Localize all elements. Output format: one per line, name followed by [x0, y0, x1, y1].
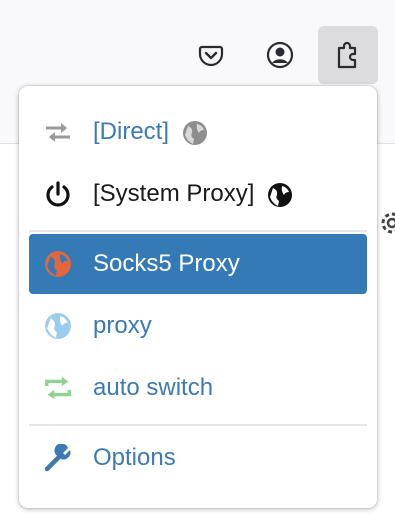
menu-item-socks5-proxy[interactable]: Socks5 Proxy [29, 234, 367, 294]
menu-divider [29, 230, 367, 232]
transfer-arrows-icon [43, 117, 73, 147]
menu-item-proxy[interactable]: proxy [29, 296, 367, 356]
menu-item-label: Socks5 Proxy [93, 250, 240, 277]
extension-icon [334, 40, 362, 70]
gear-icon [376, 208, 395, 243]
menu-item-direct[interactable]: [Direct] [29, 102, 367, 162]
power-icon [43, 179, 73, 209]
pocket-icon [198, 42, 224, 68]
globe-lightblue-icon [43, 311, 73, 341]
menu-divider [29, 424, 367, 426]
menu-item-auto-switch[interactable]: auto switch [29, 358, 367, 418]
globe-black-icon [267, 182, 293, 208]
globe-orange-icon [43, 249, 73, 279]
pocket-button[interactable] [181, 26, 241, 84]
account-button[interactable] [250, 26, 310, 84]
menu-item-label: Options [93, 444, 176, 471]
proxy-menu-popup: [Direct] [System Proxy] Socks5 Proxy pro… [19, 86, 377, 508]
menu-item-label: [Direct] [93, 118, 170, 145]
account-icon [266, 41, 294, 69]
globe-gray-icon [182, 120, 208, 146]
extension-button[interactable] [318, 26, 378, 84]
wrench-icon [43, 443, 73, 473]
retweet-icon [43, 373, 73, 403]
menu-item-label: auto switch [93, 374, 214, 401]
menu-item-label: proxy [93, 312, 152, 339]
menu-item-system-proxy[interactable]: [System Proxy] [29, 164, 367, 224]
menu-item-options[interactable]: Options [29, 428, 367, 488]
menu-item-label: [System Proxy] [93, 180, 255, 207]
